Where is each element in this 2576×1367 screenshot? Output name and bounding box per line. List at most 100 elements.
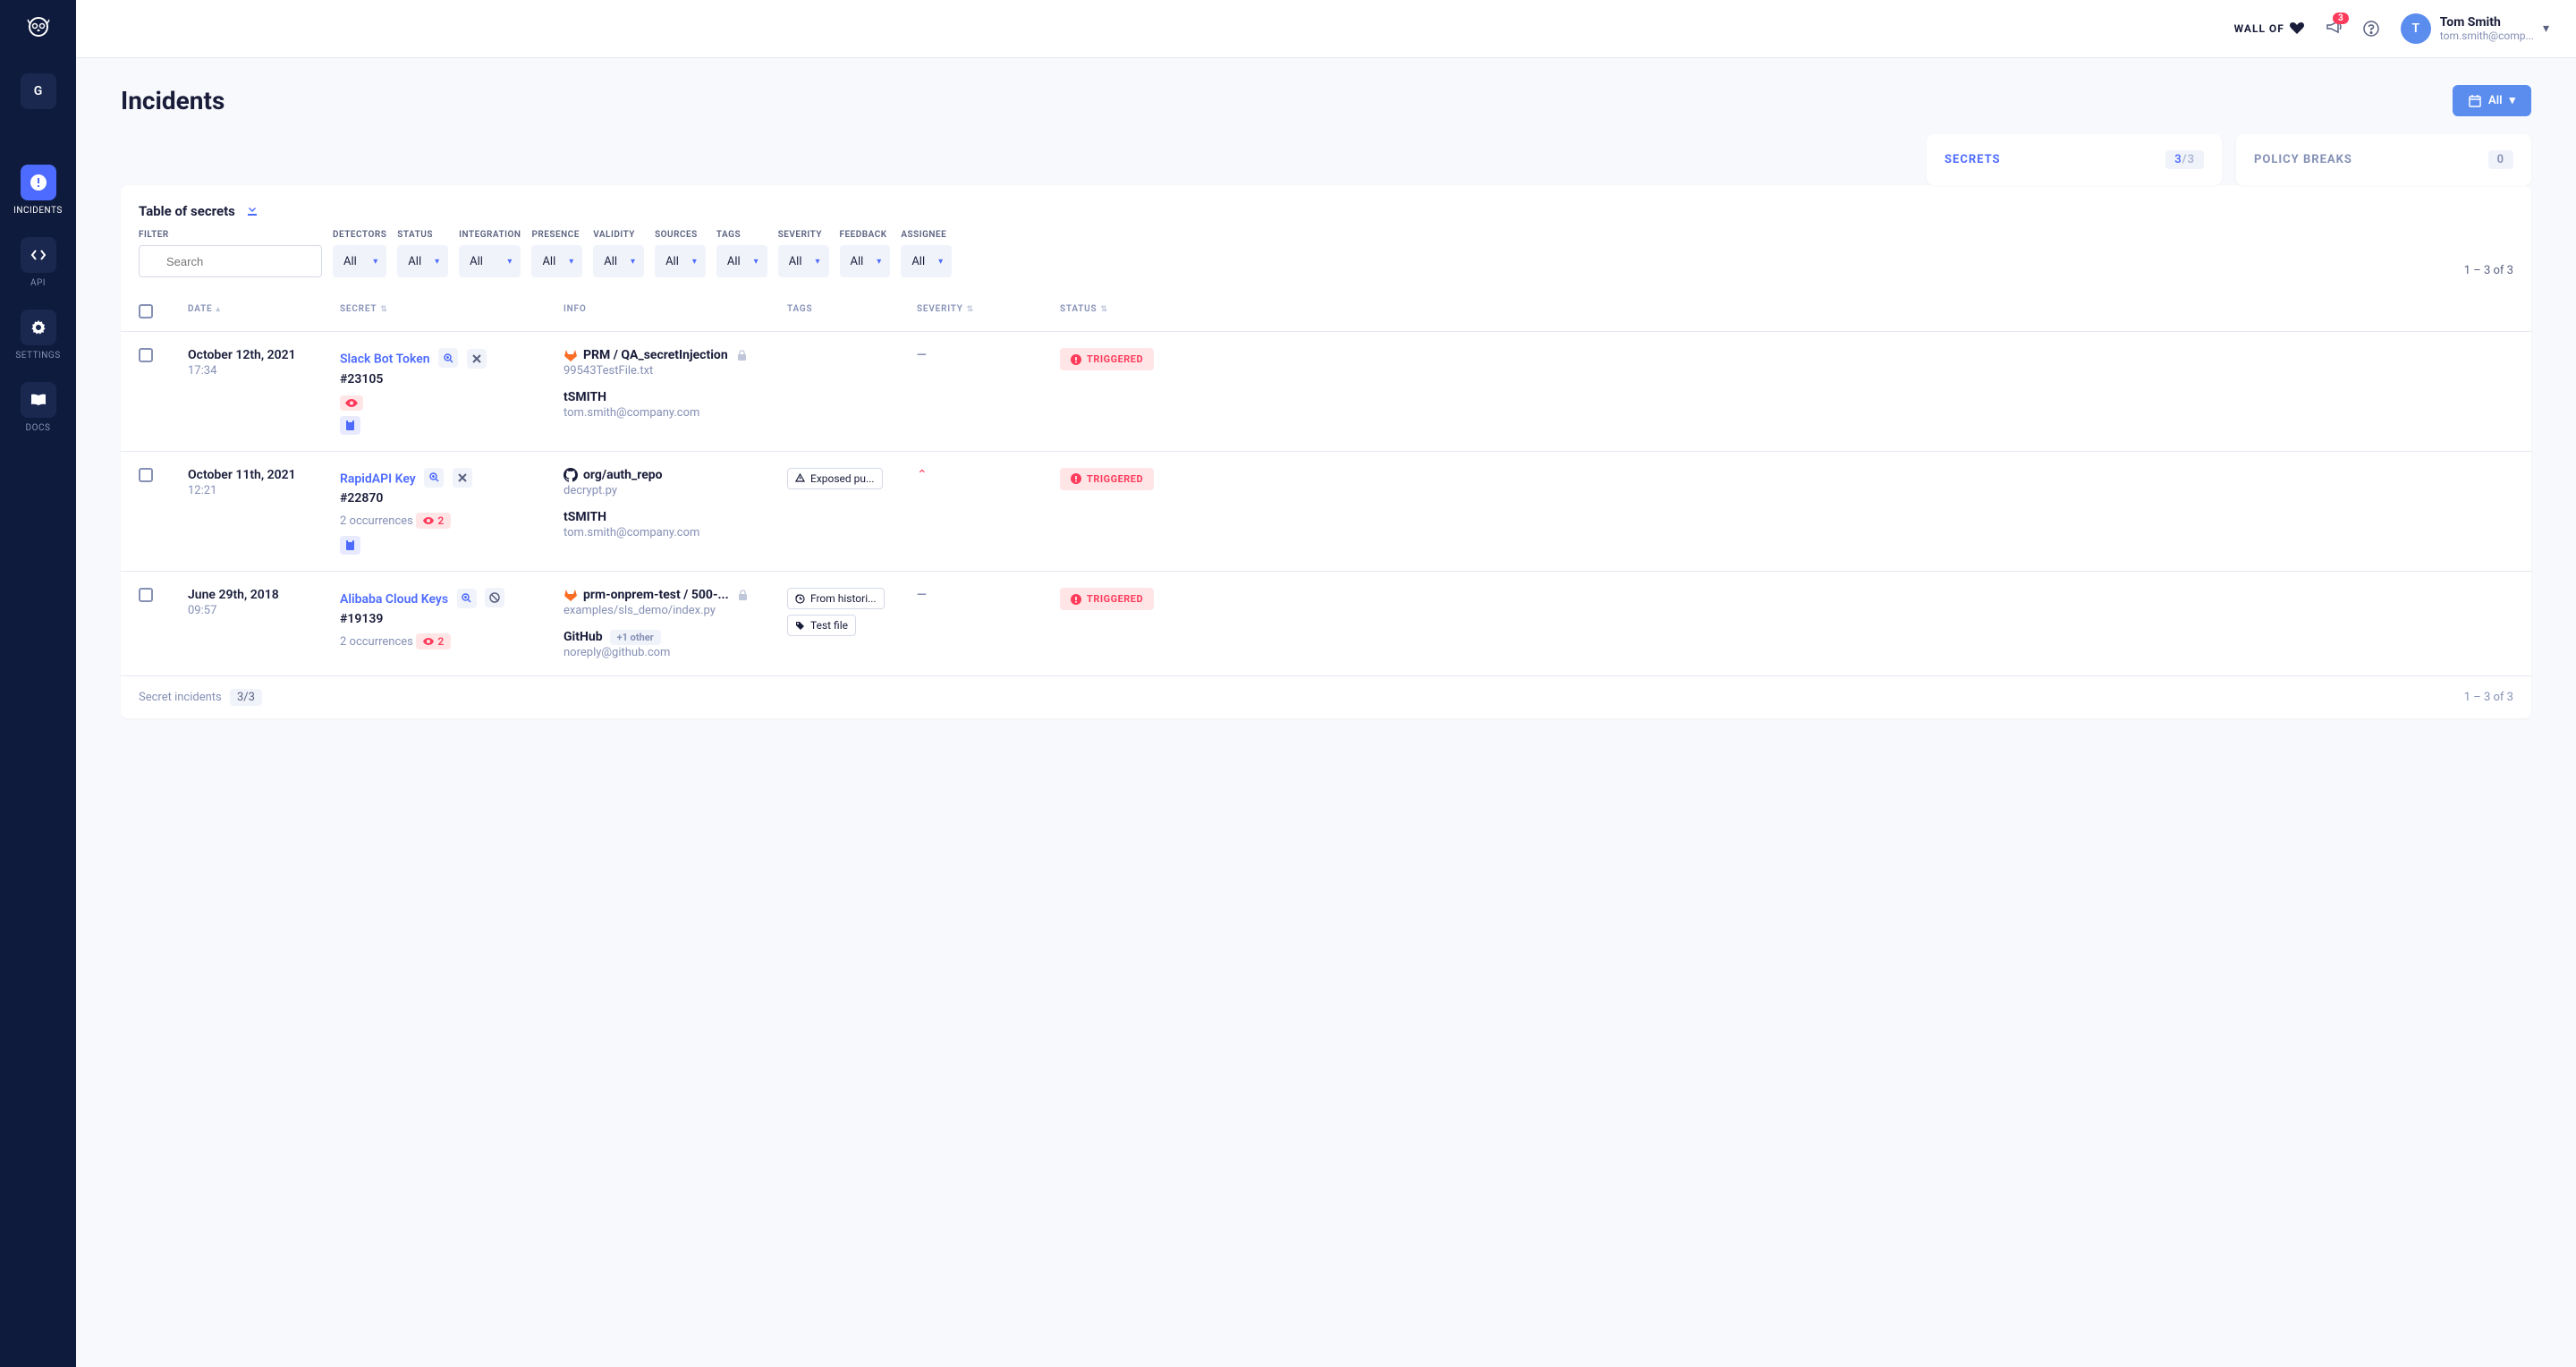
commit-user: tSMITH [564, 510, 787, 524]
action-icon[interactable] [467, 349, 487, 369]
extra-sources[interactable]: +1 other [610, 630, 661, 645]
row-date: October 11th, 2021 [188, 468, 340, 482]
zoom-icon[interactable] [438, 348, 458, 368]
footer-label: Secret incidents [139, 691, 222, 704]
table-row[interactable]: June 29th, 2018 09:57 Alibaba Cloud Keys… [121, 572, 2531, 676]
notifications[interactable]: 3 [2326, 20, 2342, 38]
date-filter[interactable]: All ▾ [2453, 85, 2531, 116]
table-row[interactable]: October 12th, 2021 17:34 Slack Bot Token… [121, 332, 2531, 452]
file-path: 99543TestFile.txt [564, 364, 787, 378]
filter-label: SEVERITY [778, 230, 829, 240]
row-time: 17:34 [188, 364, 340, 378]
user-menu[interactable]: T Tom Smith tom.smith@comp... ▾ [2401, 13, 2549, 44]
help-icon[interactable] [2363, 21, 2379, 37]
col-secret[interactable]: SECRET⇅ [340, 304, 564, 318]
nav-label: INCIDENTS [13, 206, 63, 216]
tag-chip[interactable]: Exposed pu... [787, 468, 883, 489]
col-info: INFO [564, 304, 787, 318]
filter-sources[interactable]: All [655, 245, 706, 277]
nav-label: API [30, 278, 46, 288]
workspace-badge[interactable]: G [21, 73, 56, 109]
eye-badge [340, 395, 363, 411]
tag-chip[interactable]: From histori... [787, 588, 885, 609]
pagination-top: 1 – 3 of 3 [2464, 264, 2513, 277]
secret-name[interactable]: Slack Bot Token [340, 352, 430, 367]
wall-of-label: WALL OF [2234, 22, 2284, 35]
pagination-bottom: 1 – 3 of 3 [2464, 691, 2513, 704]
occurrence-badge: 2 [416, 633, 451, 650]
row-checkbox[interactable] [139, 588, 153, 602]
user-name: Tom Smith [2440, 15, 2534, 30]
repo-name[interactable]: PRM / QA_secretInjection [564, 348, 787, 362]
repo-name[interactable]: prm-onprem-test / 500-... [564, 588, 787, 602]
secret-name[interactable]: Alibaba Cloud Keys [340, 592, 448, 607]
clipboard-badge [340, 416, 360, 435]
lock-icon [737, 350, 747, 361]
filter-feedback[interactable]: All [840, 245, 891, 277]
row-checkbox[interactable] [139, 348, 153, 362]
filter-integration[interactable]: All [459, 245, 521, 277]
tabs: SECRETS 3/3 POLICY BREAKS 0 [76, 134, 2576, 185]
col-severity[interactable]: SEVERITY⇅ [917, 304, 1060, 318]
filter-tags[interactable]: All [716, 245, 767, 277]
secret-name[interactable]: RapidAPI Key [340, 471, 416, 486]
tab-label: SECRETS [1945, 153, 2001, 166]
page-header: Incidents All ▾ [76, 58, 2576, 134]
table-row[interactable]: October 11th, 2021 12:21 RapidAPI Key #2… [121, 452, 2531, 573]
commit-email: tom.smith@company.com [564, 526, 787, 539]
commit-user: tSMITH [564, 390, 787, 404]
filter-validity[interactable]: All [593, 245, 644, 277]
book-icon [21, 382, 56, 418]
nav-incidents[interactable]: INCIDENTS [0, 154, 76, 226]
heart-icon [2290, 22, 2304, 35]
select-all-checkbox[interactable] [139, 304, 153, 318]
filters: FILTER DETECTORSAll STATUSAll INTEGRATIO… [121, 230, 2531, 292]
page-title: Incidents [121, 86, 225, 115]
tab-policy-breaks[interactable]: POLICY BREAKS 0 [2236, 134, 2531, 185]
secret-id: #23105 [340, 372, 564, 386]
zoom-icon[interactable] [457, 589, 477, 608]
zoom-icon[interactable] [424, 468, 444, 488]
repo-name[interactable]: org/auth_repo [564, 468, 787, 482]
tag-chip[interactable]: Test file [787, 615, 856, 636]
filter-label: PRESENCE [531, 230, 582, 240]
filter-label: FILTER [139, 230, 322, 240]
filter-label: STATUS [397, 230, 448, 240]
nav-api[interactable]: API [0, 226, 76, 299]
filter-label: FEEDBACK [840, 230, 891, 240]
filter-status[interactable]: All [397, 245, 448, 277]
filter-label: ASSIGNEE [901, 230, 952, 240]
chevron-down-icon: ▾ [2509, 94, 2515, 107]
panel-title: Table of secrets [139, 203, 235, 219]
severity-high-icon: ⌃ [917, 468, 928, 482]
wall-of-love[interactable]: WALL OF [2234, 22, 2304, 35]
chevron-down-icon: ▾ [2543, 21, 2549, 36]
col-status[interactable]: STATUS⇅ [1060, 304, 1194, 318]
commit-user: GitHub+1 other [564, 630, 787, 644]
action-icon[interactable] [485, 588, 504, 607]
col-date[interactable]: DATE▴ [188, 304, 340, 318]
nav-settings[interactable]: SETTINGS [0, 299, 76, 371]
date-filter-label: All [2488, 94, 2502, 107]
filter-assignee[interactable]: All [901, 245, 952, 277]
download-icon[interactable] [246, 203, 258, 219]
filter-presence[interactable]: All [531, 245, 582, 277]
file-path: decrypt.py [564, 484, 787, 497]
occurrence-badge: 2 [416, 513, 451, 529]
status-badge: TRIGGERED [1060, 468, 1154, 490]
search-input[interactable] [139, 245, 322, 277]
alert-icon [21, 165, 56, 200]
nav-docs[interactable]: DOCS [0, 371, 76, 444]
filter-severity[interactable]: All [778, 245, 829, 277]
filter-detectors[interactable]: All [333, 245, 386, 277]
row-time: 12:21 [188, 484, 340, 497]
user-email: tom.smith@comp... [2440, 30, 2534, 42]
filter-label: TAGS [716, 230, 767, 240]
lock-icon [738, 590, 748, 600]
row-checkbox[interactable] [139, 468, 153, 482]
tab-count: 0 [2488, 150, 2513, 169]
action-icon[interactable] [453, 468, 472, 488]
logo [21, 11, 56, 47]
tab-secrets[interactable]: SECRETS 3/3 [1927, 134, 2222, 185]
secret-id: #19139 [340, 612, 564, 626]
